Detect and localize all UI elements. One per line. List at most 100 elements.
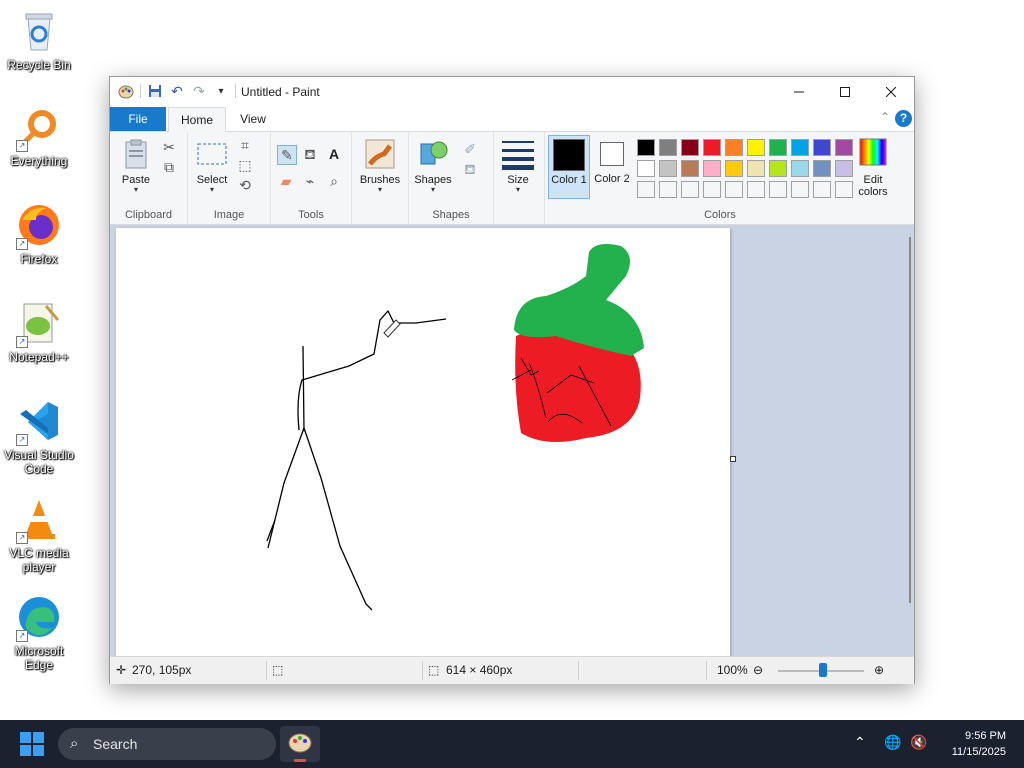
desktop-icon-label: Firefox	[20, 252, 58, 266]
shapes-dropdown-icon[interactable]: ▾	[411, 186, 455, 194]
volume-muted-icon[interactable]: 🔇	[910, 734, 927, 751]
palette-color[interactable]	[725, 139, 743, 156]
cursor-position: 270, 105px	[132, 663, 192, 677]
select-button[interactable]: Select ▾	[192, 138, 232, 194]
network-globe-icon[interactable]: 🌐	[884, 734, 901, 751]
copy-icon[interactable]: ⧉	[160, 158, 178, 176]
desktop-icon-firefox[interactable]: ↗ Firefox	[0, 202, 78, 266]
vertical-scrollbar[interactable]	[909, 237, 911, 603]
search-placeholder: Search	[93, 736, 138, 752]
desktop-icon-edge[interactable]: ↗ Microsoft Edge	[0, 594, 78, 672]
palette-empty-slot[interactable]	[835, 181, 853, 198]
color-picker-icon[interactable]: ⌁	[301, 172, 319, 190]
palette-color[interactable]	[835, 160, 853, 177]
clock-date: 11/15/2025	[951, 746, 1006, 758]
palette-empty-slot[interactable]	[637, 181, 655, 198]
firefox-icon: ↗	[16, 202, 62, 250]
start-button[interactable]	[20, 732, 44, 756]
size-button[interactable]: Size ▾	[498, 138, 538, 194]
palette-empty-slot[interactable]	[681, 181, 699, 198]
show-hidden-icons-icon[interactable]: ⌃	[854, 734, 866, 751]
title-bar: ↶ ↷ ▾ Untitled - Paint	[110, 77, 914, 107]
palette-empty-slot[interactable]	[659, 181, 677, 198]
palette-color[interactable]	[681, 139, 699, 156]
palette-color[interactable]	[725, 160, 743, 177]
palette-empty-slot[interactable]	[703, 181, 721, 198]
maximize-button[interactable]	[822, 77, 868, 107]
fill-bucket-icon[interactable]: ⛾	[301, 145, 319, 163]
magnifier-icon[interactable]: ⌕	[325, 172, 343, 190]
system-clock[interactable]: 9:56 PM 11/15/2025	[952, 728, 1006, 760]
undo-icon[interactable]: ↶	[169, 83, 185, 99]
color1-label: Color 1	[551, 174, 587, 186]
palette-color[interactable]	[659, 139, 677, 156]
desktop-icon-everything[interactable]: ↗ Everything	[0, 104, 78, 168]
palette-color[interactable]	[747, 139, 765, 156]
shape-fill-icon[interactable]: ⛾	[461, 160, 479, 178]
cut-icon[interactable]: ✂	[160, 138, 178, 156]
text-tool-icon[interactable]: A	[325, 145, 343, 163]
taskbar-app-paint[interactable]	[280, 726, 320, 762]
pencil-icon[interactable]: ✎	[277, 145, 297, 165]
canvas-resize-handle[interactable]	[730, 456, 736, 462]
eraser-icon[interactable]: ▰	[277, 172, 295, 190]
help-button[interactable]: ?	[895, 110, 912, 127]
zoom-in-icon[interactable]: ⊕	[874, 657, 884, 684]
outline-icon[interactable]: ✐	[461, 140, 479, 158]
palette-color[interactable]	[791, 160, 809, 177]
color1-swatch	[553, 139, 585, 171]
paste-dropdown-icon[interactable]: ▾	[116, 186, 156, 194]
crop-icon[interactable]: ⌗	[236, 136, 254, 154]
palette-empty-slot[interactable]	[813, 181, 831, 198]
palette-color[interactable]	[659, 160, 677, 177]
tab-home[interactable]: Home	[168, 107, 226, 132]
tab-view[interactable]: View	[230, 107, 276, 131]
select-dropdown-icon[interactable]: ▾	[192, 186, 232, 194]
palette-color[interactable]	[681, 160, 699, 177]
close-button[interactable]	[868, 77, 914, 107]
palette-empty-slot[interactable]	[747, 181, 765, 198]
desktop-icon-vlc[interactable]: ↗ VLC media player	[0, 496, 78, 574]
zoom-level: 100%	[717, 663, 748, 677]
rotate-icon[interactable]: ⟲	[236, 176, 254, 194]
palette-color[interactable]	[637, 160, 655, 177]
palette-empty-slot[interactable]	[791, 181, 809, 198]
desktop-icon-vscode[interactable]: ↗ Visual Studio Code	[0, 398, 78, 476]
palette-color[interactable]	[703, 139, 721, 156]
palette-color[interactable]	[769, 139, 787, 156]
quick-access-toolbar: ↶ ↷ ▾	[118, 83, 236, 99]
size-dropdown-icon[interactable]: ▾	[498, 186, 538, 194]
taskbar-search[interactable]: ⌕ Search	[58, 728, 276, 760]
collapse-ribbon-icon[interactable]: ⌃	[880, 110, 890, 124]
palette-color[interactable]	[747, 160, 765, 177]
canvas-area[interactable]	[110, 225, 914, 656]
customize-toolbar-icon[interactable]: ▾	[213, 83, 229, 99]
palette-color[interactable]	[835, 139, 853, 156]
desktop-icon-label: Recycle Bin	[7, 58, 71, 72]
edit-colors-button[interactable]: Edit colors	[853, 138, 893, 198]
palette-color[interactable]	[813, 139, 831, 156]
edit-colors-label: Edit colors	[858, 174, 888, 198]
palette-color[interactable]	[637, 139, 655, 156]
palette-color[interactable]	[791, 139, 809, 156]
color1-button[interactable]: Color 1	[548, 135, 590, 199]
zoom-slider-thumb[interactable]	[819, 663, 827, 677]
palette-color[interactable]	[769, 160, 787, 177]
redo-icon[interactable]: ↷	[191, 83, 207, 99]
desktop-icon-notepad-plus-plus[interactable]: ↗ Notepad++	[0, 300, 78, 364]
palette-color[interactable]	[703, 160, 721, 177]
save-icon[interactable]	[147, 83, 163, 99]
zoom-out-icon[interactable]: ⊖	[753, 657, 763, 684]
drawing-canvas[interactable]	[116, 228, 730, 656]
palette-color[interactable]	[813, 160, 831, 177]
desktop-icon-recycle-bin[interactable]: Recycle Bin	[0, 8, 78, 72]
palette-empty-slot[interactable]	[769, 181, 787, 198]
search-icon: ⌕	[70, 735, 79, 752]
minimize-button[interactable]	[776, 77, 822, 107]
tab-file[interactable]: File	[110, 107, 166, 131]
palette-empty-slot[interactable]	[725, 181, 743, 198]
resize-icon[interactable]: ⬚	[236, 156, 254, 174]
paste-button[interactable]: Paste ▾	[116, 138, 156, 194]
color2-button[interactable]: Color 2	[592, 135, 632, 197]
shapes-button[interactable]: Shapes ▾	[411, 138, 455, 194]
